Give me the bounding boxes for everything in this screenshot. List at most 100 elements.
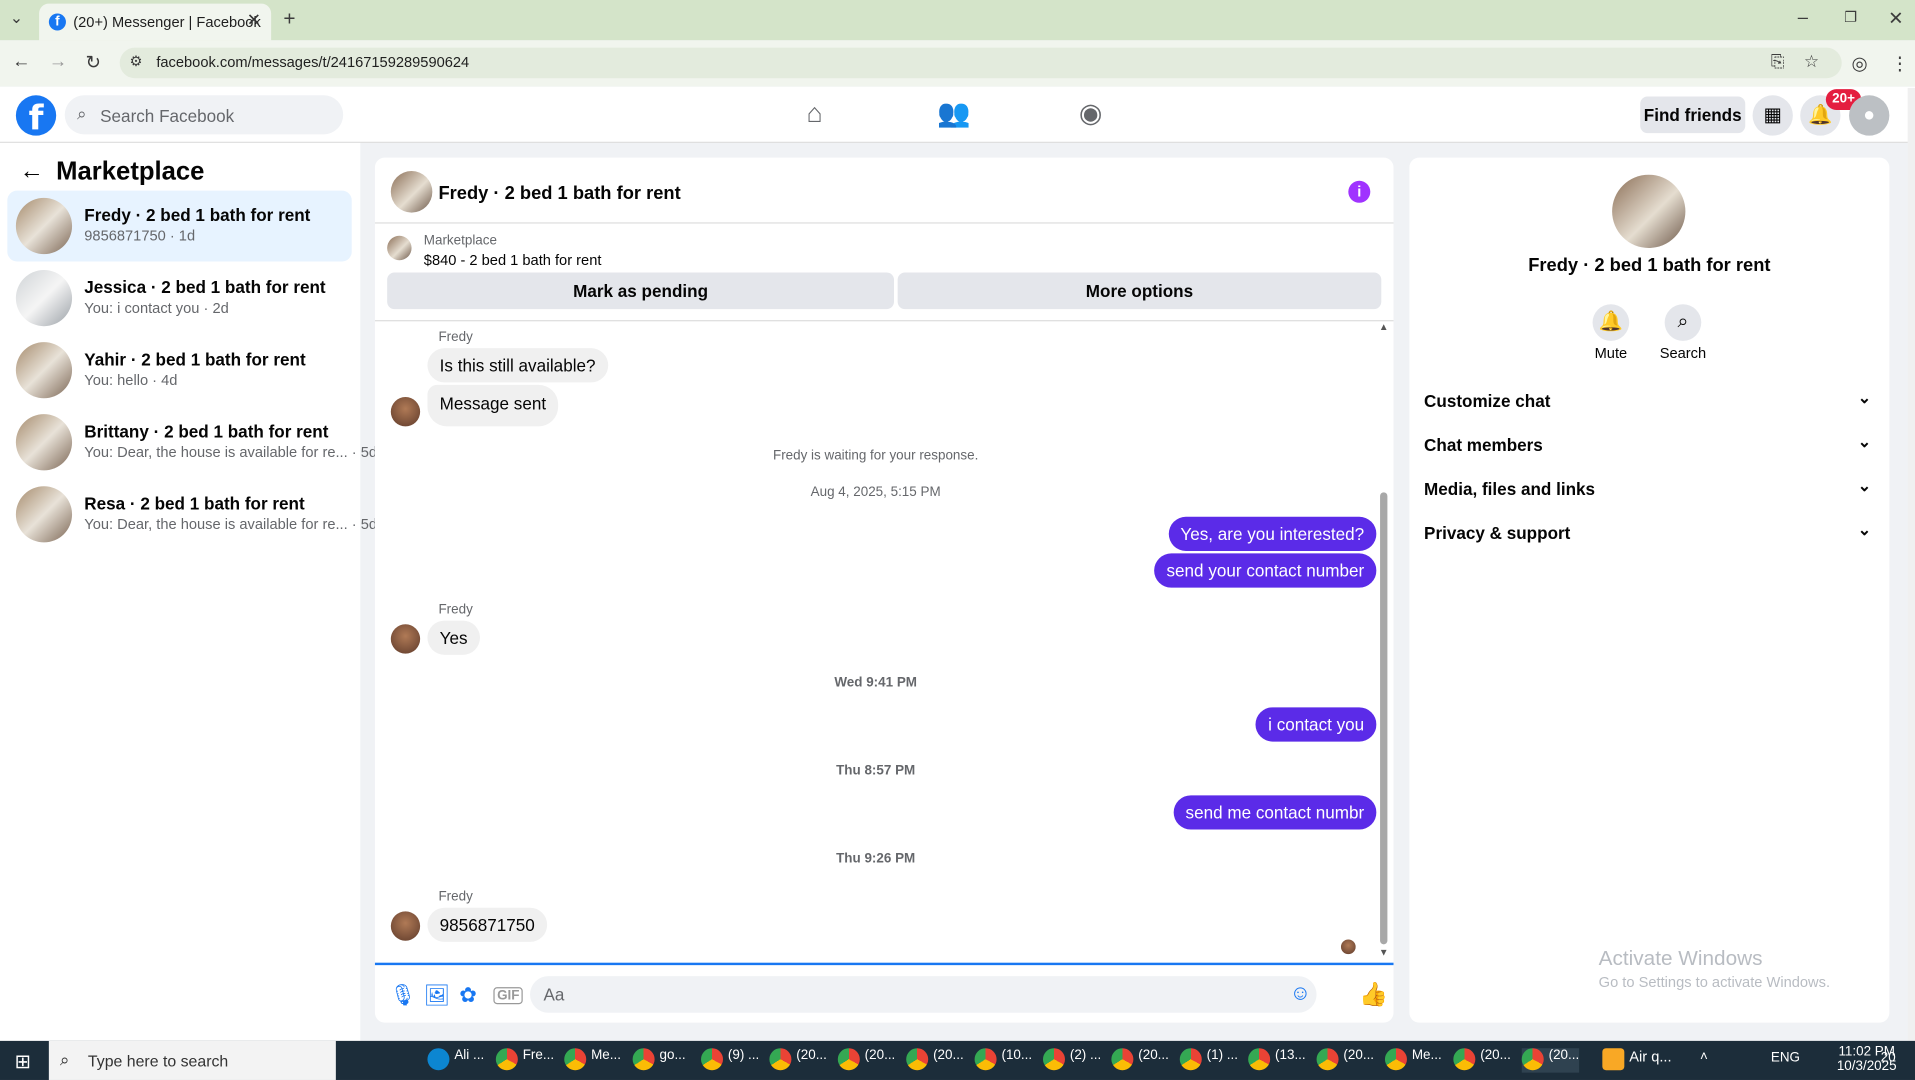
chat-title[interactable]: Fredy · 2 bed 1 bath for rent <box>438 183 680 204</box>
taskbar-app[interactable]: (20... <box>1453 1048 1511 1072</box>
new-tab-icon[interactable]: + <box>283 7 295 31</box>
scrollbar-thumb[interactable] <box>1380 492 1388 945</box>
account-avatar[interactable]: ● <box>1849 95 1890 136</box>
bookmark-star-icon[interactable]: ☆ <box>1804 51 1819 72</box>
install-icon[interactable]: ⎘ <box>1771 51 1785 72</box>
listing-thumbnail <box>15 342 73 399</box>
message-input[interactable]: Aa ☺ <box>530 976 1317 1013</box>
conversation-item-jessica[interactable]: Jessica · 2 bed 1 bath for rent You: i c… <box>7 263 351 334</box>
chevron-down-icon: ⌄ <box>1857 388 1872 407</box>
browser-tab[interactable]: f (20+) Messenger | Facebook ✕ <box>39 3 272 41</box>
mark-as-pending-button[interactable]: Mark as pending <box>387 272 894 310</box>
profile-icon[interactable]: ◎ <box>1851 53 1867 75</box>
forward-icon[interactable]: → <box>49 51 67 72</box>
section-label: Chat members <box>1424 434 1543 455</box>
language-indicator[interactable]: ENG <box>1771 1051 1800 1066</box>
taskbar-app[interactable]: (20... <box>1111 1048 1169 1072</box>
address-bar[interactable]: ⚙ facebook.com/messages/t/24167159289590… <box>119 47 1842 79</box>
listing-thumbnail <box>15 486 73 543</box>
taskbar-app-active[interactable]: (20... <box>1521 1048 1580 1073</box>
sender-name: Fredy <box>438 889 473 905</box>
attach-photo-icon[interactable]: 🖼 <box>424 983 450 1007</box>
customize-chat-section[interactable]: Customize chat ⌄ <box>1424 379 1876 423</box>
site-info-icon[interactable]: ⚙ <box>129 53 142 70</box>
system-tray-chevron-icon[interactable]: ˄ <box>1700 1049 1708 1064</box>
sticker-icon[interactable]: ✿ <box>459 983 476 1007</box>
message-bubble-incoming[interactable]: 9856871750 <box>427 907 547 942</box>
info-icon[interactable]: i <box>1348 180 1371 203</box>
thumbs-up-icon[interactable]: 👍 <box>1359 980 1388 1009</box>
message-scrollbar[interactable]: ▲ ▼ <box>1379 321 1389 958</box>
message-bubble-incoming[interactable]: Yes <box>427 620 480 655</box>
conversation-preview: You: hello · 4d <box>84 371 178 389</box>
windows-start-icon[interactable]: ⊞ <box>15 1049 31 1073</box>
chat-members-section[interactable]: Chat members ⌄ <box>1424 423 1876 467</box>
taskbar-app[interactable]: (10... <box>974 1048 1032 1072</box>
search-input[interactable]: ⌕ Search Facebook <box>64 95 344 135</box>
more-options-button[interactable]: More options <box>897 272 1382 310</box>
windows-activation-watermark: Activate Windows Go to Settings to activ… <box>1599 947 1830 991</box>
friends-icon[interactable]: 👥 <box>934 98 973 132</box>
taskbar-app-air-quality[interactable]: Air q... <box>1602 1048 1672 1072</box>
close-tab-icon[interactable]: ✕ <box>247 10 261 31</box>
facebook-logo-icon[interactable]: f <box>15 95 57 138</box>
taskbar-app[interactable]: (2) ... <box>1042 1048 1101 1072</box>
taskbar-app[interactable]: Me... <box>564 1048 621 1072</box>
privacy-support-section[interactable]: Privacy & support ⌄ <box>1424 511 1876 555</box>
taskbar-app[interactable]: (9) ... <box>701 1048 759 1072</box>
contact-avatar[interactable] <box>1612 174 1686 249</box>
conversation-item-fredy[interactable]: Fredy · 2 bed 1 bath for rent 9856871750… <box>7 190 352 262</box>
notification-center-count[interactable]: 20 <box>1881 1051 1896 1066</box>
back-icon[interactable]: ← <box>12 51 30 72</box>
message-bubble-outgoing[interactable]: send me contact numbr <box>1173 795 1377 830</box>
listing-label: Marketplace <box>423 233 497 249</box>
taskbar-app[interactable]: (20... <box>906 1048 964 1072</box>
taskbar-app[interactable]: (13... <box>1248 1048 1306 1072</box>
message-bubble-outgoing[interactable]: send your contact number <box>1154 553 1377 588</box>
taskbar-search-box[interactable]: ⌕ Type here to search <box>48 1040 336 1080</box>
taskbar-app[interactable]: (20... <box>837 1048 895 1072</box>
tab-title: (20+) Messenger | Facebook <box>73 13 261 31</box>
conversation-item-yahir[interactable]: Yahir · 2 bed 1 bath for rent You: hello… <box>7 335 351 406</box>
back-arrow-icon[interactable]: ← <box>20 158 44 186</box>
taskbar-app[interactable]: go... <box>632 1048 686 1072</box>
message-list: Fredy Is this still available? Message s… <box>375 321 1377 962</box>
taskbar-app[interactable]: Fre... <box>495 1048 554 1072</box>
media-files-links-section[interactable]: Media, files and links ⌄ <box>1424 467 1876 511</box>
emoji-icon[interactable]: ☺ <box>1290 981 1311 1005</box>
minimize-icon[interactable]: – <box>1798 7 1808 28</box>
message-bubble-outgoing[interactable]: Yes, are you interested? <box>1168 516 1377 551</box>
restore-icon[interactable]: ❐ <box>1844 9 1857 26</box>
mute-label: Mute <box>1594 344 1628 362</box>
scroll-up-icon[interactable]: ▲ <box>1379 321 1389 332</box>
taskbar-app-edge[interactable]: Ali ... <box>427 1048 484 1072</box>
mute-bell-icon[interactable]: 🔔 <box>1592 304 1630 341</box>
home-icon[interactable]: ⌂ <box>795 98 834 132</box>
search-icon[interactable]: ⌕ <box>1664 304 1702 341</box>
conversation-item-brittany[interactable]: Brittany · 2 bed 1 bath for rent You: De… <box>7 407 377 478</box>
chat-avatar[interactable] <box>390 171 433 213</box>
taskbar-app[interactable]: (20... <box>1316 1048 1374 1072</box>
tab-list-icon[interactable]: ⌄ <box>10 9 23 29</box>
taskbar-app[interactable]: (20... <box>769 1048 827 1072</box>
conversation-preview: 9856871750 · 1d <box>84 227 196 245</box>
taskbar-app[interactable]: Me... <box>1384 1048 1442 1072</box>
page-scrollbar[interactable] <box>1907 87 1915 1041</box>
gif-icon[interactable]: GIF <box>493 987 524 1005</box>
message-bubble-incoming[interactable]: Message sent <box>427 384 559 427</box>
listing-description[interactable]: $840 - 2 bed 1 bath for rent <box>424 252 602 269</box>
menu-grid-icon[interactable]: ▦ <box>1752 95 1793 136</box>
microphone-icon[interactable]: 🎙 <box>390 983 416 1007</box>
window-close-icon[interactable]: ✕ <box>1888 7 1903 30</box>
conversation-item-resa[interactable]: Resa · 2 bed 1 bath for rent You: Dear, … <box>7 479 377 550</box>
message-bubble-incoming[interactable]: Is this still available? <box>427 348 608 383</box>
browser-menu-icon[interactable]: ⋮ <box>1891 53 1909 75</box>
scroll-down-icon[interactable]: ▼ <box>1379 947 1389 958</box>
message-bubble-outgoing[interactable]: i contact you <box>1255 707 1377 742</box>
reload-icon[interactable]: ↻ <box>85 51 100 74</box>
taskbar-app[interactable]: (1) ... <box>1179 1048 1238 1072</box>
groups-icon[interactable]: ◉ <box>1071 98 1110 132</box>
conversation-preview: You: Dear, the house is available for re… <box>84 443 378 461</box>
find-friends-button[interactable]: Find friends <box>1640 96 1746 134</box>
search-icon: ⌕ <box>76 103 87 124</box>
